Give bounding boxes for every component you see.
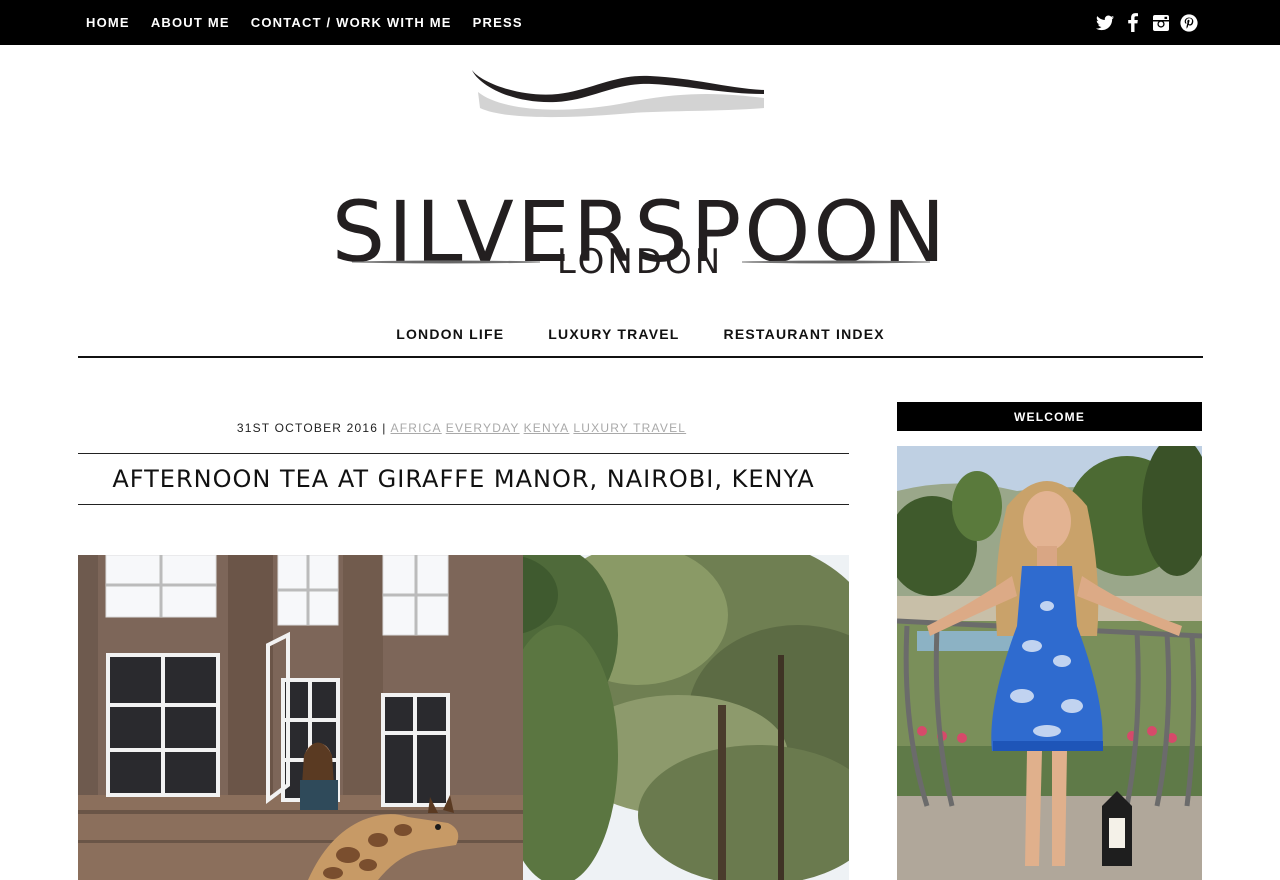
logo-subtitle: LONDON (556, 242, 724, 282)
sidebar-welcome-title: WELCOME (897, 402, 1202, 431)
menu-restaurant-index[interactable]: RESTAURANT INDEX (724, 326, 885, 342)
top-navigation: HOME ABOUT ME CONTACT / WORK WITH ME PRE… (86, 0, 523, 45)
logo-subtitle-row: LONDON (330, 242, 950, 282)
facebook-icon[interactable] (1124, 13, 1142, 32)
nav-home[interactable]: HOME (86, 15, 130, 30)
category-link-africa[interactable]: AFRICA (391, 421, 442, 435)
nav-press[interactable]: PRESS (473, 15, 523, 30)
social-links (1096, 0, 1198, 45)
author-portrait-photo (897, 446, 1202, 880)
meta-separator: | (382, 421, 387, 435)
instagram-icon[interactable] (1152, 14, 1170, 32)
main-navigation: LONDON LIFE LUXURY TRAVEL RESTAURANT IND… (78, 316, 1203, 358)
welcome-photo[interactable] (897, 446, 1202, 880)
pinterest-icon[interactable] (1180, 13, 1198, 32)
post-title[interactable]: AFTERNOON TEA AT GIRAFFE MANOR, NAIROBI,… (112, 465, 814, 493)
post-title-box: AFTERNOON TEA AT GIRAFFE MANOR, NAIROBI,… (78, 453, 849, 505)
top-bar: HOME ABOUT ME CONTACT / WORK WITH ME PRE… (0, 0, 1280, 45)
site-logo[interactable]: SILVERSPOON LONDON (330, 60, 950, 290)
nav-contact[interactable]: CONTACT / WORK WITH ME (251, 15, 452, 30)
post-meta: 31ST OCTOBER 2016 | AFRICA EVERYDAY KENYA LUX… (78, 421, 849, 435)
giraffe-manor-photo (78, 555, 849, 880)
category-link-luxury-travel[interactable]: LUXURY TRAVEL (573, 421, 686, 435)
nav-about-me[interactable]: ABOUT ME (151, 15, 230, 30)
menu-london-life[interactable]: LONDON LIFE (396, 326, 504, 342)
spoon-logo-mark (472, 70, 764, 118)
post-date: 31ST OCTOBER 2016 (236, 421, 379, 435)
category-link-kenya[interactable]: KENYA (524, 421, 570, 435)
twitter-icon[interactable] (1096, 14, 1114, 32)
category-link-everyday[interactable]: EVERYDAY (446, 421, 520, 435)
post-featured-image[interactable] (78, 555, 849, 880)
menu-luxury-travel[interactable]: LUXURY TRAVEL (548, 326, 679, 342)
